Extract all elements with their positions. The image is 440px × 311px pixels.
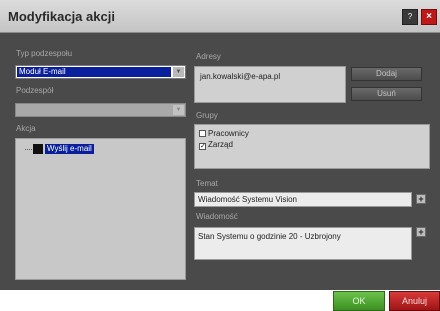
address-item[interactable]: jan.kowalski@e-apa.pl [200, 72, 280, 81]
typ-podzespolu-value: Moduł E-mail [17, 67, 171, 77]
temat-label: Temat [196, 179, 218, 188]
wiadomosc-textarea[interactable]: Stan Systemu o godzinie 20 - Uzbrojony [194, 227, 412, 260]
adresy-label: Adresy [196, 52, 221, 61]
group-row-zarzad[interactable]: ✓ Zarząd [199, 140, 233, 150]
akcja-tree[interactable]: Wyślij e-mail [15, 138, 186, 280]
group-label: Pracownicy [208, 129, 249, 138]
group-row-pracownicy[interactable]: Pracownicy [199, 129, 249, 138]
tree-connector [25, 149, 32, 150]
grupy-list: Pracownicy ✓ Zarząd [194, 124, 430, 169]
checkbox-checked-icon[interactable]: ✓ [199, 143, 206, 150]
podzespol-label: Podzespół [16, 86, 54, 95]
chevron-down-icon[interactable]: ▼ [173, 67, 184, 77]
close-icon: × [426, 11, 432, 22]
email-action-icon [33, 144, 43, 154]
dialog-title: Modyfikacja akcji [8, 9, 115, 24]
adresy-list[interactable]: jan.kowalski@e-apa.pl [194, 66, 346, 103]
tree-item-wyslij-email[interactable]: Wyślij e-mail [45, 144, 94, 154]
temat-insert-button[interactable]: + [416, 194, 426, 204]
wiadomosc-insert-button[interactable]: + [416, 227, 426, 237]
podzespol-select[interactable]: ▼ [15, 103, 186, 117]
title-bar: Modyfikacja akcji ? × [0, 0, 440, 33]
remove-address-button[interactable]: Usuń [351, 87, 422, 101]
dialog-window: Modyfikacja akcji ? × Typ podzespołu Mod… [0, 0, 440, 290]
help-icon: ? [407, 12, 413, 21]
akcja-label: Akcja [16, 124, 36, 133]
typ-podzespolu-select[interactable]: Moduł E-mail ▼ [15, 65, 186, 79]
temat-input[interactable]: Wiadomość Systemu Vision [194, 192, 412, 207]
group-label: Zarząd [208, 140, 233, 149]
help-button[interactable]: ? [402, 9, 418, 25]
close-button[interactable]: × [421, 9, 437, 25]
chevron-down-icon[interactable]: ▼ [173, 105, 184, 115]
typ-podzespolu-label: Typ podzespołu [16, 49, 73, 58]
ok-button[interactable]: OK [333, 291, 385, 311]
wiadomosc-label: Wiadomość [196, 212, 238, 221]
checkbox-unchecked[interactable] [199, 130, 206, 137]
grupy-label: Grupy [196, 111, 218, 120]
cancel-button[interactable]: Anuluj [389, 291, 440, 311]
add-address-button[interactable]: Dodaj [351, 67, 422, 81]
